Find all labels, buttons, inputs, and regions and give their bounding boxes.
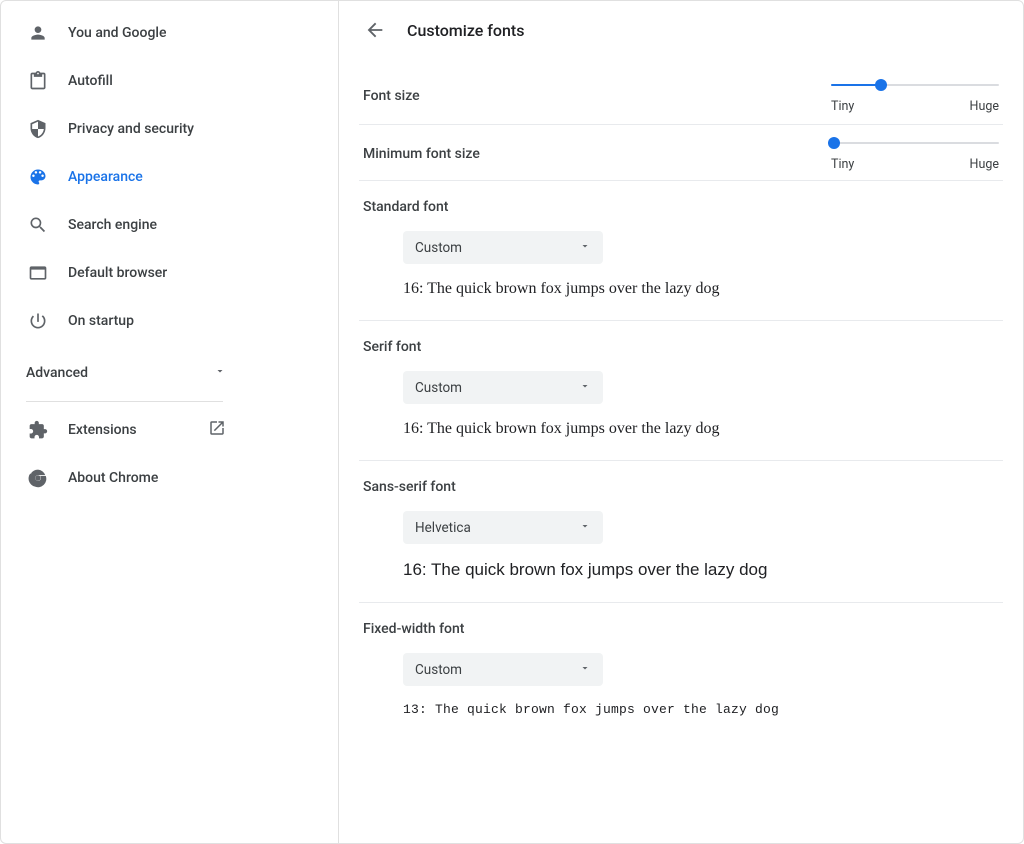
sans-serif-font-title: Sans-serif font (363, 479, 999, 495)
sidebar-item-search-engine[interactable]: Search engine (1, 201, 248, 249)
sidebar-item-label: Autofill (68, 73, 113, 89)
font-size-slider[interactable] (831, 77, 999, 93)
advanced-label: Advanced (26, 365, 88, 381)
sidebar-item-label: Privacy and security (68, 121, 194, 137)
shield-icon (28, 119, 48, 139)
min-font-size-label: Minimum font size (363, 146, 480, 162)
fixed-width-font-section: Fixed-width font Custom 13: The quick br… (339, 603, 1023, 739)
sidebar-item-privacy-security[interactable]: Privacy and security (1, 105, 248, 153)
sidebar-item-autofill[interactable]: Autofill (1, 57, 248, 105)
dropdown-value: Helvetica (415, 520, 471, 536)
sidebar-item-label: Appearance (68, 169, 143, 185)
sidebar-item-label: On startup (68, 313, 134, 329)
power-icon (28, 311, 48, 331)
serif-font-dropdown[interactable]: Custom (403, 371, 603, 404)
sidebar-item-label: You and Google (68, 25, 166, 41)
sidebar-item-default-browser[interactable]: Default browser (1, 249, 248, 297)
standard-font-title: Standard font (363, 199, 999, 215)
font-size-row: Font size Tiny Huge (339, 59, 1023, 124)
standard-font-preview: 16: The quick brown fox jumps over the l… (403, 280, 999, 298)
serif-font-title: Serif font (363, 339, 999, 355)
sidebar-item-label: Search engine (68, 217, 157, 233)
sidebar: You and Google Autofill Privacy and secu… (1, 1, 248, 843)
open-in-new-icon (208, 419, 226, 441)
search-icon (28, 215, 48, 235)
caret-down-icon (579, 662, 591, 678)
person-icon (28, 23, 48, 43)
font-size-label: Font size (363, 88, 420, 104)
sidebar-item-appearance[interactable]: Appearance (1, 153, 248, 201)
sidebar-item-label: Extensions (68, 422, 137, 438)
sidebar-divider (26, 401, 223, 402)
sidebar-item-you-and-google[interactable]: You and Google (1, 9, 248, 57)
dropdown-value: Custom (415, 240, 462, 256)
fixed-width-font-title: Fixed-width font (363, 621, 999, 637)
min-font-size-row: Minimum font size Tiny Huge (339, 125, 1023, 180)
browser-icon (28, 263, 48, 283)
extension-icon (28, 420, 48, 440)
palette-icon (28, 167, 48, 187)
caret-down-icon (579, 520, 591, 536)
caret-down-icon (579, 380, 591, 396)
standard-font-dropdown[interactable]: Custom (403, 231, 603, 264)
sidebar-item-extensions[interactable]: Extensions (1, 406, 248, 454)
sidebar-item-label: Default browser (68, 265, 167, 281)
slider-min-label: Tiny (831, 157, 854, 172)
back-button[interactable] (363, 18, 387, 42)
sidebar-item-label: About Chrome (68, 470, 158, 486)
serif-font-section: Serif font Custom 16: The quick brown fo… (339, 321, 1023, 460)
min-font-size-slider[interactable] (831, 135, 999, 151)
serif-font-preview: 16: The quick brown fox jumps over the l… (403, 420, 999, 438)
fixed-width-font-dropdown[interactable]: Custom (403, 653, 603, 686)
standard-font-section: Standard font Custom 16: The quick brown… (339, 181, 1023, 320)
chevron-down-icon (214, 365, 226, 381)
sidebar-item-about-chrome[interactable]: About Chrome (1, 454, 248, 502)
fixed-width-font-preview: 13: The quick brown fox jumps over the l… (403, 702, 999, 717)
settings-window: You and Google Autofill Privacy and secu… (0, 0, 1024, 844)
slider-max-label: Huge (970, 99, 999, 114)
clipboard-icon (28, 71, 48, 91)
slider-min-label: Tiny (831, 99, 854, 114)
chrome-icon (28, 468, 48, 488)
caret-down-icon (579, 240, 591, 256)
main-panel: Customize fonts Font size Tiny Huge Mini… (339, 1, 1023, 843)
dropdown-value: Custom (415, 662, 462, 678)
sans-serif-font-dropdown[interactable]: Helvetica (403, 511, 603, 544)
dropdown-value: Custom (415, 380, 462, 396)
sans-serif-font-preview: 16: The quick brown fox jumps over the l… (403, 560, 999, 580)
slider-max-label: Huge (970, 157, 999, 172)
page-title: Customize fonts (407, 21, 524, 40)
sidebar-item-on-startup[interactable]: On startup (1, 297, 248, 345)
sans-serif-font-section: Sans-serif font Helvetica 16: The quick … (339, 461, 1023, 602)
sidebar-advanced-toggle[interactable]: Advanced (1, 353, 248, 393)
page-header: Customize fonts (339, 1, 1023, 59)
